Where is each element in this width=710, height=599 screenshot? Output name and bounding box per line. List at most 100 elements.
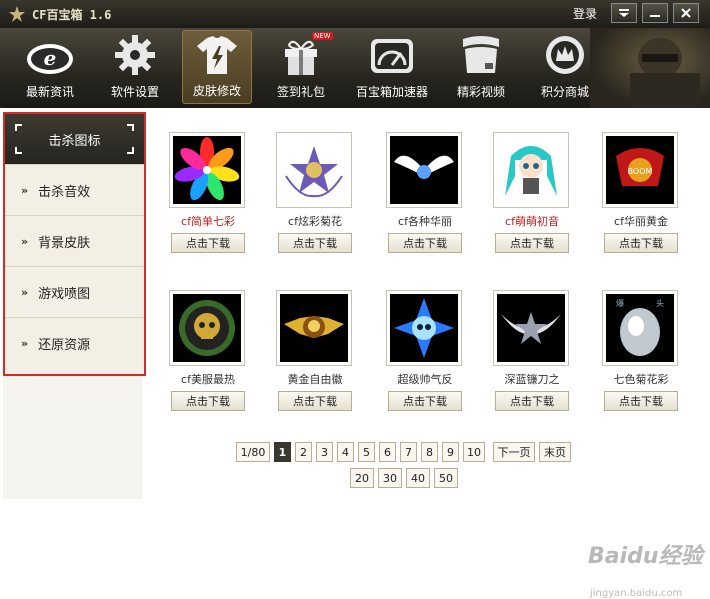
last-page-button[interactable]: 末页 [539, 442, 571, 462]
tool-label: 软件设置 [110, 85, 159, 99]
svg-text:BOOM: BOOM [628, 167, 653, 176]
download-button[interactable]: 点击下载 [495, 233, 569, 253]
sidebar-item-kill-sound[interactable]: » 击杀音效 [5, 165, 144, 216]
kill-icon-preview-image: 爆头 [606, 294, 674, 362]
baidu-watermark: Baidu经验 [588, 544, 703, 569]
skin-name: cf简单七彩 [181, 215, 235, 228]
svg-text:e: e [44, 46, 57, 70]
tool-label: 签到礼包 [276, 85, 325, 99]
gear-icon [115, 35, 155, 75]
skin-thumbnail[interactable] [276, 290, 352, 366]
video-icon [463, 36, 499, 73]
skin-card: cf各种华丽点击下载 [377, 132, 473, 253]
page-button[interactable]: 7 [400, 442, 417, 462]
skin-name: cf美服最热 [181, 373, 235, 386]
download-button[interactable]: 点击下载 [171, 391, 245, 411]
skin-name: cf炫彩菊花 [288, 215, 342, 228]
sidebar-filler [3, 376, 142, 499]
minimize-icon[interactable] [642, 3, 668, 23]
tool-video[interactable]: 精彩视频 [446, 28, 516, 108]
download-button[interactable]: 点击下载 [604, 233, 678, 253]
tool-settings[interactable]: 软件设置 [100, 28, 170, 108]
double-chevron-right-icon: » [21, 285, 29, 299]
skin-name: 深蓝镰刀之 [504, 373, 560, 386]
skin-card: 超级帅气反 点击下载 [377, 290, 473, 411]
tool-accelerator[interactable]: 百宝箱加速器 [352, 28, 432, 108]
main-toolbar: e 最新资讯 软件设置 皮肤修改 NEW 签到礼包 百宝箱加速器 精彩视频 积分… [0, 28, 710, 108]
soldier-banner-image [590, 28, 710, 108]
kill-icon-preview-image [497, 136, 565, 204]
skin-card: cf简单七彩点击下载 [160, 132, 256, 253]
page-button[interactable]: 3 [316, 442, 333, 462]
download-button[interactable]: 点击下载 [388, 391, 462, 411]
skin-name: cf萌萌初音 [505, 215, 559, 228]
gift-icon [285, 40, 317, 75]
page-button[interactable]: 6 [379, 442, 396, 462]
content-area: 击杀图标 » 击杀音效 » 背景皮肤 » 游戏喷图 » 还原资源 cf简单七彩点… [0, 108, 710, 599]
skin-card: cf炫彩菊花点击下载 [267, 132, 363, 253]
page-size-option[interactable]: 30 [378, 468, 402, 488]
skin-thumbnail[interactable]: 爆头 [602, 290, 678, 366]
app-title: CF百宝箱 1.6 [32, 7, 112, 22]
skin-thumbnail[interactable] [386, 290, 462, 366]
tool-skin-modify[interactable]: 皮肤修改 [182, 30, 252, 104]
sidebar-item-background-skin[interactable]: » 背景皮肤 [5, 216, 144, 267]
skin-thumbnail[interactable] [386, 132, 462, 208]
download-button[interactable]: 点击下载 [388, 233, 462, 253]
kill-icon-preview-image [497, 294, 565, 362]
title-bar: CF百宝箱 1.6 登录 [0, 0, 710, 28]
download-button[interactable]: 点击下载 [604, 391, 678, 411]
kill-icon-preview-image [173, 136, 241, 204]
sidebar-item-kill-icon[interactable]: 击杀图标 [5, 114, 144, 165]
tool-signin-gift[interactable]: NEW 签到礼包 [266, 28, 336, 108]
skin-thumbnail[interactable]: BOOM [602, 132, 678, 208]
sidebar-item-restore[interactable]: » 还原资源 [5, 318, 144, 369]
tool-points-shop[interactable]: 积分商城 [530, 28, 600, 108]
download-button[interactable]: 点击下载 [278, 233, 352, 253]
app-window: CF百宝箱 1.6 登录 e 最新资讯 软件设置 皮肤修改 NEW 签到礼包 百… [0, 0, 710, 599]
kill-icon-preview-image [280, 136, 348, 204]
tool-news[interactable]: e 最新资讯 [14, 28, 86, 108]
sidebar-item-spray[interactable]: » 游戏喷图 [5, 267, 144, 318]
tool-label: 积分商城 [540, 85, 589, 99]
login-link[interactable]: 登录 [573, 5, 597, 22]
page-button[interactable]: 5 [358, 442, 375, 462]
page-button[interactable]: 1 [274, 442, 291, 462]
double-chevron-right-icon: » [21, 183, 29, 197]
menu-down-icon[interactable] [611, 3, 637, 23]
skin-card: cf美服最热点击下载 [160, 290, 256, 411]
page-button[interactable]: 2 [295, 442, 312, 462]
sidebar-item-label: 击杀图标 [48, 133, 101, 149]
double-chevron-right-icon: » [21, 337, 29, 350]
skin-thumbnail[interactable] [169, 290, 245, 366]
skin-thumbnail[interactable] [276, 132, 352, 208]
page-info[interactable]: 1/80 [236, 442, 270, 462]
page-button[interactable]: 10 [463, 442, 485, 462]
page-size-option[interactable]: 40 [406, 468, 430, 488]
page-button[interactable]: 9 [442, 442, 459, 462]
page-button[interactable]: 4 [337, 442, 354, 462]
skin-name: 超级帅气反 [397, 373, 453, 386]
page-size-option[interactable]: 50 [434, 468, 458, 488]
tool-label: 最新资讯 [25, 85, 74, 99]
skin-thumbnail[interactable] [493, 132, 569, 208]
tool-label: 百宝箱加速器 [355, 85, 428, 99]
news-e-icon: e [27, 44, 73, 74]
skin-thumbnail[interactable] [493, 290, 569, 366]
shop-icon [546, 36, 584, 74]
skin-name: 黄金自由徽 [287, 373, 343, 386]
skin-thumbnail[interactable] [169, 132, 245, 208]
skin-name: cf各种华丽 [398, 215, 452, 228]
download-button[interactable]: 点击下载 [171, 233, 245, 253]
double-chevron-right-icon: » [21, 234, 29, 248]
skin-card: 黄金自由徽 点击下载 [267, 290, 363, 411]
download-button[interactable]: 点击下载 [278, 391, 352, 411]
new-badge: NEW [312, 32, 333, 40]
page-button[interactable]: 8 [421, 442, 438, 462]
next-page-button[interactable]: 下一页 [493, 442, 535, 462]
download-button[interactable]: 点击下载 [495, 391, 569, 411]
svg-text:爆: 爆 [616, 298, 624, 308]
close-icon[interactable] [673, 3, 699, 23]
kill-icon-preview-image [280, 294, 348, 362]
page-size-option[interactable]: 20 [350, 468, 374, 488]
